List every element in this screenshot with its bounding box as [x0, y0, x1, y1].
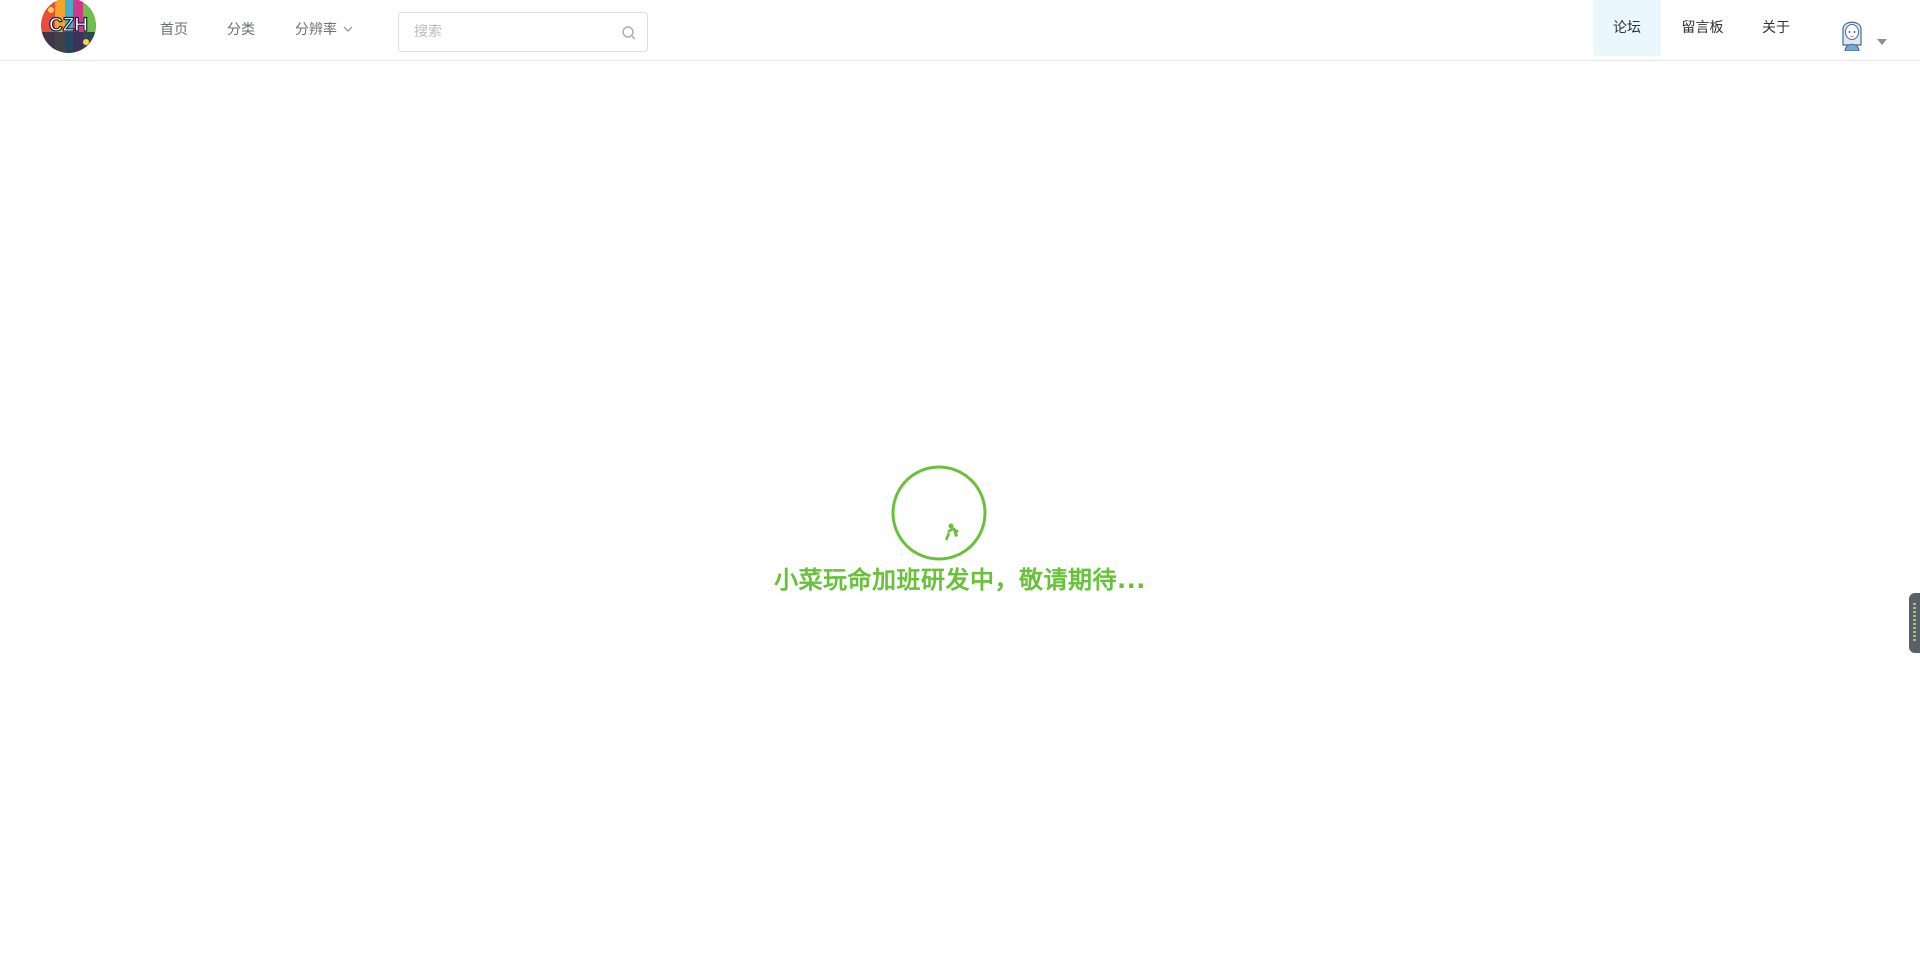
nav-about[interactable]: 关于 — [1745, 0, 1807, 56]
side-toolbar-handle[interactable] — [1909, 593, 1920, 653]
under-development-message: 小菜玩命加班研发中，敬请期待... — [774, 566, 1146, 594]
svg-text:CZH: CZH — [49, 15, 88, 36]
logo-image: CZH — [41, 0, 96, 53]
top-navbar: CZH 首页 分类 分辨率 论坛 留言板 关于 — [0, 0, 1920, 61]
nav-resolution-label: 分辨率 — [295, 22, 337, 38]
site-logo[interactable]: CZH — [41, 0, 96, 53]
loading-spinner — [891, 465, 987, 561]
search-box — [398, 12, 648, 52]
search-icon[interactable] — [621, 25, 637, 45]
loading-ring — [891, 465, 987, 561]
caret-down-icon — [1877, 30, 1887, 49]
nav-message-board[interactable]: 留言板 — [1670, 0, 1735, 56]
nav-resolution-dropdown[interactable]: 分辨率 — [295, 0, 353, 60]
chevron-down-icon — [343, 0, 353, 60]
nav-home[interactable]: 首页 — [160, 0, 188, 60]
nav-forum[interactable]: 论坛 — [1593, 0, 1661, 56]
search-input[interactable] — [399, 13, 614, 51]
nav-category[interactable]: 分类 — [227, 0, 255, 60]
side-toolbar-grip — [1913, 603, 1916, 643]
runner-icon — [945, 523, 959, 541]
avatar — [1842, 21, 1862, 51]
user-menu[interactable] — [1837, 15, 1887, 51]
